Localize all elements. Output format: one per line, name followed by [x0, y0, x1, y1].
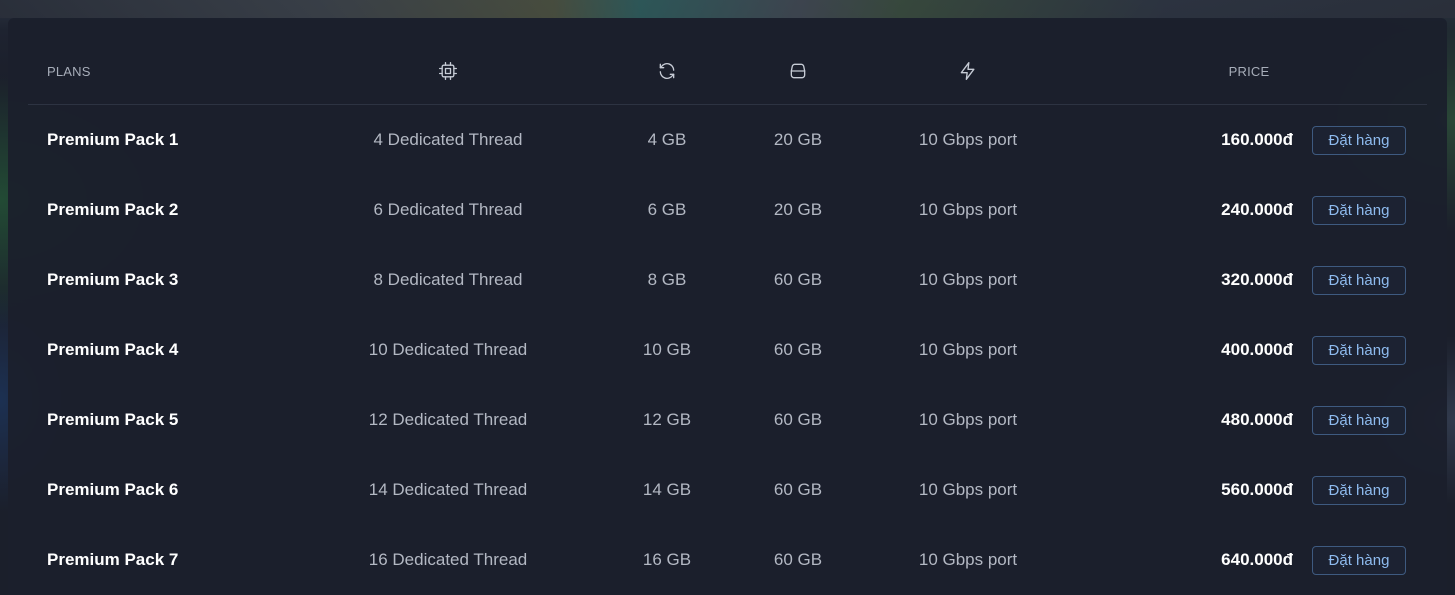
lightning-icon — [888, 38, 1048, 104]
cpu-spec: 12 Dedicated Thread — [368, 410, 528, 429]
plan-name: Premium Pack 4 — [47, 340, 179, 359]
plan-price: 560.000đ — [1221, 480, 1293, 499]
plan-price: 640.000đ — [1221, 550, 1293, 569]
hero-image-strip — [0, 0, 1455, 18]
plan-name: Premium Pack 6 — [47, 480, 179, 499]
network-spec: 10 Gbps port — [918, 480, 1018, 499]
plan-name: Premium Pack 1 — [47, 130, 179, 149]
refresh-icon — [617, 38, 717, 104]
order-button[interactable]: Đặt hàng — [1312, 475, 1406, 505]
disk-icon — [748, 38, 848, 104]
plan-price: 240.000đ — [1221, 200, 1293, 219]
table-row: Premium Pack 5 12 Dedicated Thread 12 GB… — [28, 385, 1427, 455]
disk-spec: 60 GB — [773, 340, 823, 359]
ram-spec: 8 GB — [647, 270, 687, 289]
table-row: Premium Pack 6 14 Dedicated Thread 14 GB… — [28, 455, 1427, 525]
ram-spec: 12 GB — [642, 410, 692, 429]
table-row: Premium Pack 1 4 Dedicated Thread 4 GB 2… — [28, 105, 1427, 175]
network-spec: 10 Gbps port — [918, 270, 1018, 289]
ram-spec: 6 GB — [647, 200, 687, 219]
ram-spec: 14 GB — [642, 480, 692, 499]
plan-name: Premium Pack 7 — [47, 550, 179, 569]
ram-spec: 16 GB — [642, 550, 692, 569]
cpu-spec: 4 Dedicated Thread — [373, 130, 523, 149]
disk-spec: 60 GB — [773, 550, 823, 569]
plan-name: Premium Pack 3 — [47, 270, 179, 289]
ram-spec: 4 GB — [647, 130, 687, 149]
disk-spec: 60 GB — [773, 410, 823, 429]
plan-price: 160.000đ — [1221, 130, 1293, 149]
plan-price: 320.000đ — [1221, 270, 1293, 289]
cpu-spec: 10 Dedicated Thread — [368, 340, 528, 359]
table-row: Premium Pack 4 10 Dedicated Thread 10 GB… — [28, 315, 1427, 385]
pricing-table: PLANS PRICE Premium Pack 1 4 Dedicated T… — [28, 38, 1427, 595]
plans-header-label: PLANS — [47, 63, 91, 79]
cpu-spec: 14 Dedicated Thread — [368, 480, 528, 499]
disk-spec: 20 GB — [773, 130, 823, 149]
price-column-header: PRICE — [1199, 38, 1299, 104]
plans-column-header: PLANS — [47, 38, 91, 104]
network-spec: 10 Gbps port — [918, 130, 1018, 149]
table-row: Premium Pack 7 16 Dedicated Thread 16 GB… — [28, 525, 1427, 595]
order-button[interactable]: Đặt hàng — [1312, 195, 1406, 225]
network-spec: 10 Gbps port — [918, 550, 1018, 569]
disk-spec: 60 GB — [773, 270, 823, 289]
table-body: Premium Pack 1 4 Dedicated Thread 4 GB 2… — [28, 105, 1427, 595]
cpu-spec: 16 Dedicated Thread — [368, 550, 528, 569]
disk-spec: 20 GB — [773, 200, 823, 219]
cpu-icon — [348, 38, 548, 104]
cpu-spec: 6 Dedicated Thread — [373, 200, 523, 219]
plan-price: 480.000đ — [1221, 410, 1293, 429]
order-button[interactable]: Đặt hàng — [1312, 265, 1406, 295]
table-row: Premium Pack 3 8 Dedicated Thread 8 GB 6… — [28, 245, 1427, 315]
order-button[interactable]: Đặt hàng — [1312, 405, 1406, 435]
ram-spec: 10 GB — [642, 340, 692, 359]
table-header: PLANS PRICE — [28, 38, 1427, 105]
network-spec: 10 Gbps port — [918, 200, 1018, 219]
order-button[interactable]: Đặt hàng — [1312, 335, 1406, 365]
plan-name: Premium Pack 5 — [47, 410, 179, 429]
network-spec: 10 Gbps port — [918, 340, 1018, 359]
order-button[interactable]: Đặt hàng — [1312, 125, 1406, 155]
cpu-spec: 8 Dedicated Thread — [373, 270, 523, 289]
disk-spec: 60 GB — [773, 480, 823, 499]
order-button[interactable]: Đặt hàng — [1312, 545, 1406, 575]
network-spec: 10 Gbps port — [918, 410, 1018, 429]
plan-price: 400.000đ — [1221, 340, 1293, 359]
price-header-label: PRICE — [1228, 63, 1270, 79]
table-row: Premium Pack 2 6 Dedicated Thread 6 GB 2… — [28, 175, 1427, 245]
plan-name: Premium Pack 2 — [47, 200, 179, 219]
